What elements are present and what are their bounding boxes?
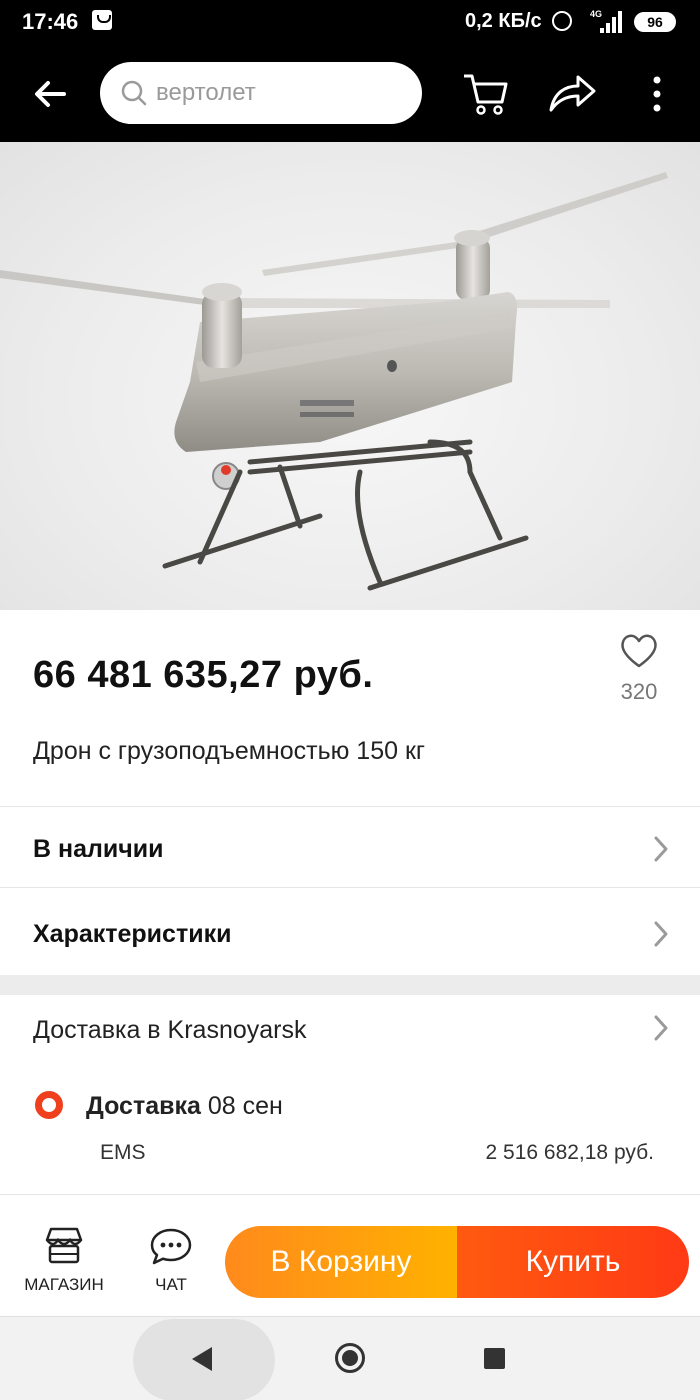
chat-button[interactable]: ЧАТ bbox=[138, 1226, 204, 1306]
delivery-label: Доставка bbox=[86, 1092, 201, 1120]
top-bar: вертолет bbox=[0, 44, 700, 142]
search-input[interactable]: вертолет bbox=[100, 62, 422, 124]
delivery-option-radio[interactable] bbox=[35, 1091, 63, 1119]
product-price: 66 481 635,27 руб. bbox=[33, 654, 374, 696]
nav-recents-icon[interactable] bbox=[484, 1348, 505, 1369]
nav-back-icon[interactable] bbox=[192, 1347, 212, 1371]
back-arrow-icon[interactable] bbox=[28, 72, 72, 116]
chevron-right-icon bbox=[654, 836, 668, 862]
network-type: 4G bbox=[590, 9, 602, 19]
chat-bubble-icon bbox=[150, 1228, 192, 1265]
more-vertical-icon[interactable] bbox=[642, 72, 672, 116]
favorites-count: 320 bbox=[620, 679, 658, 704]
bottom-action-bar: МАГАЗИН ЧАТ В Корзину Купить bbox=[0, 1210, 700, 1316]
search-query: вертолет bbox=[156, 79, 256, 106]
chat-label: ЧАТ bbox=[155, 1275, 187, 1294]
share-icon[interactable] bbox=[546, 72, 598, 114]
store-icon bbox=[45, 1227, 83, 1264]
delivery-carrier: EMS bbox=[100, 1141, 146, 1164]
specs-row[interactable]: Характеристики bbox=[0, 888, 700, 975]
cart-icon[interactable] bbox=[460, 68, 510, 118]
search-icon bbox=[121, 80, 147, 106]
product-image[interactable] bbox=[0, 142, 700, 610]
nav-home-icon[interactable] bbox=[335, 1343, 365, 1373]
shopping-bag-icon bbox=[92, 10, 112, 30]
store-label: МАГАЗИН bbox=[24, 1275, 104, 1294]
delivery-date: 08 сен bbox=[207, 1092, 283, 1120]
availability-row[interactable]: В наличии bbox=[0, 806, 700, 888]
specs-label: Характеристики bbox=[33, 920, 232, 948]
favorite-button[interactable]: 320 bbox=[612, 632, 666, 722]
signal-icon: 4G bbox=[590, 9, 622, 33]
section-separator bbox=[0, 975, 700, 995]
delivery-destination: Доставка в Krasnoyarsk bbox=[33, 1016, 307, 1044]
delivery-price: 2 516 682,18 руб. bbox=[485, 1141, 655, 1164]
heart-icon bbox=[621, 634, 657, 668]
availability-label: В наличии bbox=[33, 835, 164, 863]
delivery-destination-row[interactable]: Доставка в Krasnoyarsk bbox=[0, 995, 700, 1065]
delivery-option: Доставка 08 сен bbox=[86, 1092, 283, 1121]
add-to-cart-button[interactable]: В Корзину bbox=[225, 1226, 457, 1298]
buy-now-button[interactable]: Купить bbox=[457, 1226, 689, 1298]
alarm-icon bbox=[552, 11, 572, 31]
battery-icon: 96 bbox=[634, 12, 676, 32]
product-title: Дрон с грузоподъемностью 150 кг bbox=[33, 737, 426, 765]
system-nav-bar bbox=[0, 1316, 700, 1400]
store-button[interactable]: МАГАЗИН bbox=[16, 1226, 112, 1306]
chevron-right-icon bbox=[654, 1015, 668, 1041]
divider bbox=[0, 1194, 700, 1195]
chevron-right-icon bbox=[654, 921, 668, 947]
status-bar: 17:46 0,2 КБ/с 4G 96 bbox=[0, 0, 700, 44]
status-time: 17:46 bbox=[22, 9, 79, 34]
drone-helicopter-illustration bbox=[0, 172, 668, 591]
network-speed: 0,2 КБ/с bbox=[465, 10, 542, 32]
